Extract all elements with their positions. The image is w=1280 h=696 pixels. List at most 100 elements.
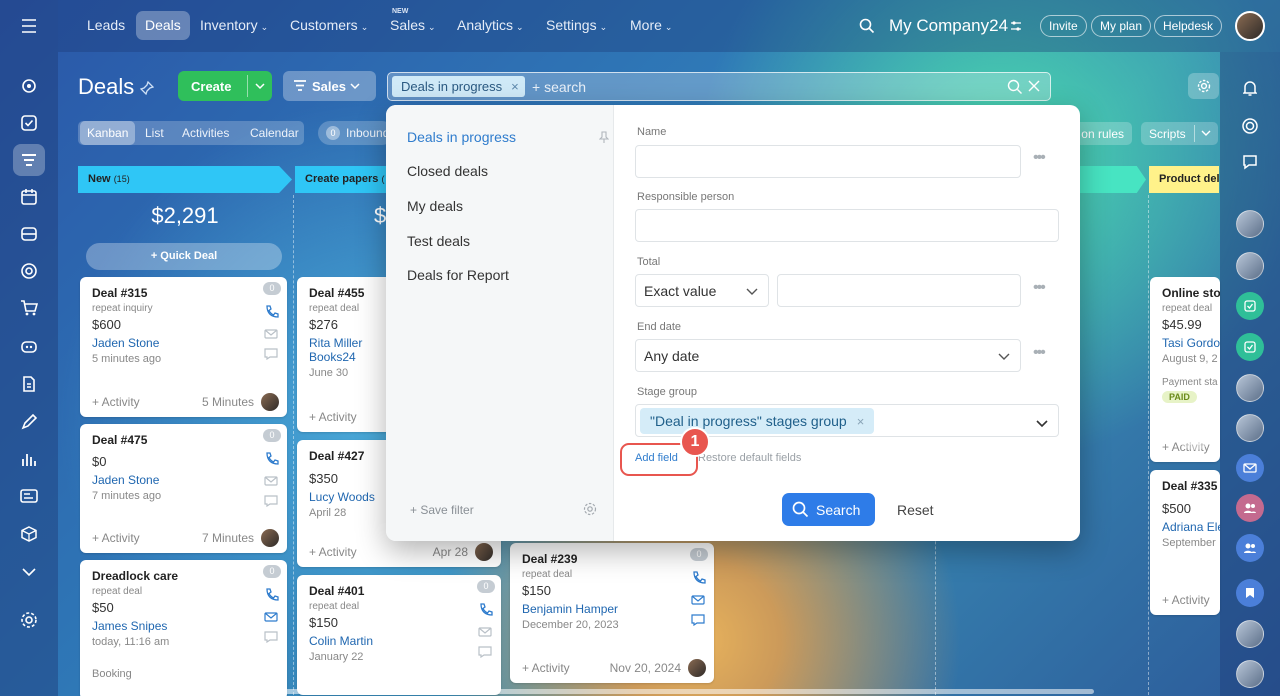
nav-more[interactable]: More ⌄ (621, 11, 681, 40)
clear-icon[interactable] (1028, 80, 1040, 92)
deal-card[interactable]: Deal #401 repeat deal $150 Colin Martin … (297, 575, 501, 695)
nav-sales[interactable]: Sales ⌄ (381, 11, 445, 40)
total-value-input[interactable] (777, 274, 1021, 307)
invite-button[interactable]: Invite (1040, 15, 1087, 37)
search-button[interactable]: Search (782, 493, 875, 526)
deal-card[interactable]: Dreadlock care repeat deal $50 James Sni… (80, 560, 287, 696)
preset-test-deals[interactable]: Test deals (407, 233, 470, 249)
comment-icon[interactable] (691, 614, 707, 628)
deal-contact[interactable]: Benjamin Hamper (522, 602, 702, 616)
user-avatar[interactable] (475, 543, 493, 561)
inbound-button[interactable]: 0 Inbound (318, 121, 394, 145)
mail-icon[interactable] (264, 474, 280, 488)
chevron-down-icon[interactable] (1036, 416, 1048, 431)
chevron-down-icon[interactable] (13, 556, 45, 588)
deal-card[interactable]: Deal #239 repeat deal $150 Benjamin Hamp… (510, 543, 714, 683)
calendar-icon[interactable] (13, 181, 45, 213)
contact-avatar[interactable] (1236, 414, 1264, 442)
user-avatar[interactable] (261, 529, 279, 547)
marketing-icon[interactable] (13, 255, 45, 287)
tab-list[interactable]: List (145, 121, 164, 145)
chevron-down-icon[interactable] (255, 83, 265, 90)
reset-button[interactable]: Reset (897, 502, 934, 518)
mail-icon[interactable] (264, 327, 280, 341)
contact-avatar[interactable] (1236, 252, 1264, 280)
bookmark-icon[interactable] (1236, 579, 1264, 607)
total-type-select[interactable]: Exact value (635, 274, 769, 307)
my-plan-button[interactable]: My plan (1091, 15, 1152, 37)
active-filter-chip[interactable]: Deals in progress × (392, 76, 525, 97)
mail-icon[interactable] (691, 593, 707, 607)
scroll-right-button[interactable] (1175, 410, 1215, 450)
company-name[interactable]: My Company24 (889, 16, 1008, 36)
column-header-create-papers[interactable]: Create papers ( (295, 166, 395, 193)
name-input[interactable] (635, 145, 1021, 178)
deal-contact[interactable]: Jaden Stone (92, 473, 275, 487)
preset-deals-in-progress[interactable]: Deals in progress (407, 129, 516, 145)
analytics-icon[interactable] (13, 443, 45, 475)
add-activity-button[interactable]: + Activity (309, 410, 357, 424)
nav-customers[interactable]: Customers ⌄ (281, 11, 377, 40)
nav-deals[interactable]: Deals (136, 11, 190, 40)
box-icon[interactable] (13, 518, 45, 550)
responsible-input[interactable] (635, 209, 1059, 242)
copilot-icon[interactable] (1236, 112, 1264, 140)
more-dots-icon[interactable]: ••• (1033, 344, 1051, 362)
pin-icon[interactable] (140, 81, 154, 95)
deal-title[interactable]: Deal #239 (522, 552, 702, 566)
document-icon[interactable] (13, 368, 45, 400)
end-date-select[interactable]: Any date (635, 339, 1021, 372)
add-activity-button[interactable]: + Activity (92, 531, 140, 545)
deal-contact[interactable]: Rita Miller Books24 (309, 336, 385, 364)
phone-icon[interactable] (264, 305, 280, 319)
settings-toggle-icon[interactable] (1010, 20, 1022, 32)
more-dots-icon[interactable]: ••• (1033, 279, 1051, 297)
phone-icon[interactable] (264, 588, 280, 602)
menu-icon[interactable] (13, 10, 45, 42)
column-header-product-delivery[interactable]: Product del (1149, 166, 1219, 193)
tab-calendar[interactable]: Calendar (250, 121, 299, 145)
chat-icon[interactable] (1236, 148, 1264, 176)
group-icon[interactable] (1236, 494, 1264, 522)
scripts-button[interactable]: Scripts (1141, 122, 1218, 145)
helpdesk-button[interactable]: Helpdesk (1154, 15, 1223, 37)
add-activity-button[interactable]: + Activity (522, 661, 570, 675)
column-header-stage[interactable] (1080, 166, 1146, 193)
preset-closed-deals[interactable]: Closed deals (407, 163, 488, 179)
drive-icon[interactable] (13, 218, 45, 250)
search-icon[interactable] (1007, 79, 1023, 95)
contact-avatar[interactable] (1236, 620, 1264, 648)
deal-title[interactable]: Deal #401 (309, 584, 489, 598)
add-field-link[interactable]: Add field (635, 452, 678, 464)
phone-icon[interactable] (478, 603, 494, 617)
task-check-icon[interactable] (1236, 292, 1264, 320)
comment-icon[interactable] (478, 646, 494, 660)
deal-contact[interactable]: Colin Martin (309, 634, 489, 648)
phone-icon[interactable] (691, 571, 707, 585)
bell-icon[interactable] (1236, 74, 1264, 102)
sign-icon[interactable] (13, 406, 45, 438)
stage-group-chip[interactable]: "Deal in progress" stages group × (640, 408, 875, 434)
add-activity-button[interactable]: + Activity (92, 395, 140, 409)
comment-icon[interactable] (264, 631, 280, 645)
chevron-down-icon[interactable] (1201, 130, 1211, 137)
contact-center-icon[interactable] (13, 480, 45, 512)
deal-contact[interactable]: James Snipes (92, 619, 275, 633)
nav-inventory[interactable]: Inventory ⌄ (191, 11, 277, 40)
crm-icon[interactable] (13, 144, 45, 176)
deal-title[interactable]: Deal #455 (309, 286, 385, 300)
deal-title[interactable]: Deal #335 (1162, 479, 1217, 493)
deal-contact[interactable]: Jaden Stone (92, 336, 275, 350)
filter-search-bar[interactable]: Deals in progress × + search (387, 72, 1051, 101)
restore-default-fields-link[interactable]: Restore default fields (698, 452, 801, 464)
sales-category-button[interactable]: Sales (283, 71, 376, 101)
deal-card[interactable]: Deal #335 $500 Adriana Ele Flowers24 Sep… (1150, 470, 1220, 615)
mail-icon[interactable] (1236, 454, 1264, 482)
deal-title[interactable]: Deal #475 (92, 433, 275, 447)
more-dots-icon[interactable]: ••• (1033, 149, 1051, 167)
mail-icon[interactable] (264, 610, 280, 624)
horizontal-scrollbar[interactable] (80, 689, 1094, 694)
create-button[interactable]: Create (178, 71, 272, 101)
cart-icon[interactable] (13, 292, 45, 324)
deal-title[interactable]: Dreadlock care (92, 569, 275, 583)
